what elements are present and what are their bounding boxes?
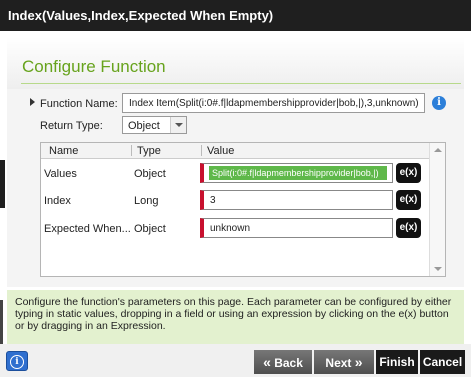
column-header-type[interactable]: Type <box>137 145 161 157</box>
scroll-up-icon[interactable] <box>434 148 442 152</box>
expression-chip[interactable]: Split(i:0#.f|ldapmembershipprovider|bob,… <box>209 166 387 180</box>
help-text: Configure the function's parameters on t… <box>15 296 452 332</box>
param-name: Index <box>44 195 71 207</box>
column-header-name[interactable]: Name <box>49 145 78 157</box>
cancel-label: Cancel <box>422 355 463 369</box>
param-type: Object <box>134 223 166 235</box>
column-separator <box>131 145 132 156</box>
cancel-button[interactable]: Cancel <box>420 350 465 374</box>
expand-arrow-icon[interactable] <box>30 98 35 106</box>
info-icon[interactable]: i <box>432 96 446 110</box>
chevron-left-icon: « <box>263 354 271 370</box>
return-type-select[interactable]: Object <box>122 116 187 134</box>
grid-scrollbar[interactable] <box>429 143 445 276</box>
param-type: Object <box>134 168 166 180</box>
column-header-value[interactable]: Value <box>207 145 234 157</box>
finish-button[interactable]: Finish <box>376 350 418 374</box>
param-type: Long <box>134 195 159 207</box>
help-info-button[interactable]: i <box>6 351 28 371</box>
param-name: Expected When... <box>44 223 131 235</box>
title-bar: Index(Values,Index,Expected When Empty) <box>0 0 471 31</box>
grid-header: Name Type Value <box>41 143 429 159</box>
next-button[interactable]: Next » <box>314 350 374 374</box>
expression-button[interactable]: e(x) <box>396 190 421 210</box>
param-value-field[interactable]: Split(i:0#.f|ldapmembershipprovider|bob,… <box>200 163 393 183</box>
table-row: Values Object Split(i:0#.f|ldapmembershi… <box>41 163 429 185</box>
window-title: Index(Values,Index,Expected When Empty) <box>8 8 274 23</box>
function-name-label: Function Name: <box>40 98 118 110</box>
table-row: Index Long 3 e(x) <box>41 190 429 212</box>
header-underline <box>21 83 461 84</box>
info-icon: i <box>10 355 24 369</box>
page-header: Configure Function <box>7 37 464 89</box>
expression-button[interactable]: e(x) <box>396 218 421 238</box>
chevron-right-icon: » <box>354 354 363 370</box>
param-value-field[interactable]: unknown <box>200 218 393 238</box>
param-value-field[interactable]: 3 <box>200 190 393 210</box>
next-label: Next <box>325 356 352 370</box>
function-name-value: Index Item(Split(i:0#.f|ldapmembershippr… <box>129 98 419 109</box>
parameters-grid: Name Type Value Values Object Split(i:0#… <box>40 142 446 277</box>
table-row: Expected When... Object unknown e(x) <box>41 218 429 240</box>
param-value: 3 <box>210 195 216 206</box>
expression-button[interactable]: e(x) <box>396 163 421 183</box>
chevron-down-icon[interactable] <box>170 117 186 133</box>
left-edge-decoration <box>0 160 5 208</box>
param-name: Values <box>44 168 77 180</box>
return-type-value: Object <box>128 120 160 132</box>
help-panel: Configure the function's parameters on t… <box>7 290 464 344</box>
back-label: Back <box>274 356 303 370</box>
scroll-down-icon[interactable] <box>434 267 442 271</box>
column-separator <box>201 145 202 156</box>
return-type-label: Return Type: <box>40 120 103 132</box>
back-button[interactable]: « Back <box>254 350 312 374</box>
finish-label: Finish <box>379 355 415 369</box>
param-value: unknown <box>210 223 251 234</box>
page-title: Configure Function <box>22 57 166 76</box>
function-name-field[interactable]: Index Item(Split(i:0#.f|ldapmembershippr… <box>122 93 425 113</box>
